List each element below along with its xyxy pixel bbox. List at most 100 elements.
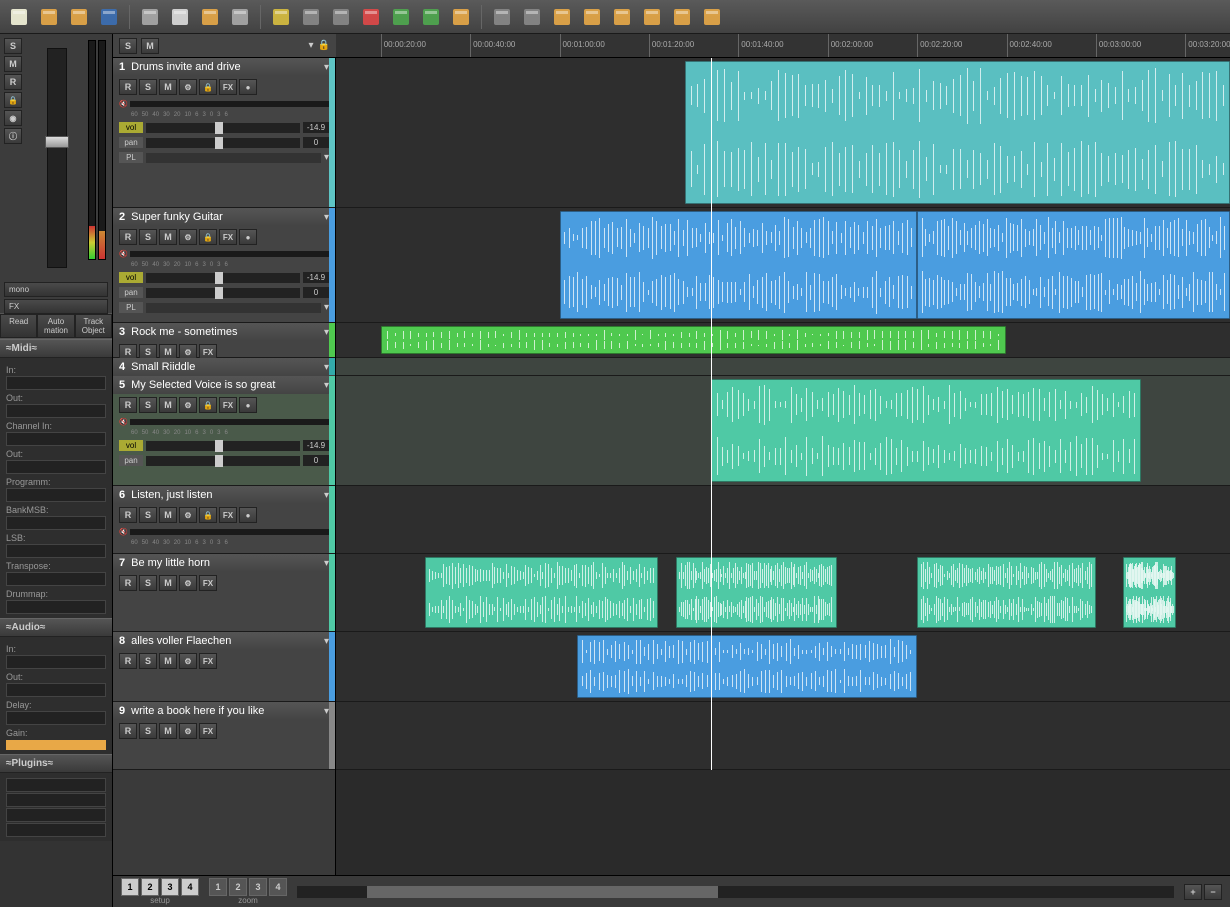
track-fx-button[interactable]: ⚙ [179, 229, 197, 245]
track-fx-button[interactable]: ● [239, 397, 257, 413]
vol-slider[interactable] [146, 123, 300, 133]
track-lane[interactable] [336, 208, 1230, 323]
audio-clip[interactable] [917, 557, 1096, 628]
track-s-button[interactable]: S [139, 397, 157, 413]
track-m-button[interactable]: M [159, 79, 177, 95]
track-lane[interactable] [336, 554, 1230, 632]
track-lane[interactable] [336, 358, 1230, 376]
field-select[interactable] [6, 516, 106, 530]
track-lane[interactable] [336, 58, 1230, 208]
track-fx-button[interactable]: FX [199, 575, 217, 591]
track-m-button[interactable]: M [159, 507, 177, 523]
meter-mute-icon[interactable]: 🔇 [119, 100, 128, 108]
track-fx-button[interactable]: ⚙ [179, 79, 197, 95]
field-select[interactable] [6, 655, 106, 669]
audio-clip[interactable] [425, 557, 657, 628]
plugin-slot[interactable] [6, 808, 106, 822]
open-audio-icon[interactable] [66, 4, 92, 30]
track-lane[interactable] [336, 323, 1230, 358]
track-header[interactable]: 3Rock me - sometimes▾RSM⚙FX [113, 323, 335, 358]
pan-slider[interactable] [146, 288, 300, 298]
track-header[interactable]: 2Super funky Guitar▾RSM⚙🔒FX●🔇60504030201… [113, 208, 335, 323]
plugin-slot[interactable] [6, 778, 106, 792]
track-header[interactable]: 5My Selected Voice is so great▾RSM⚙🔒FX●🔇… [113, 376, 335, 486]
audio-clip[interactable] [676, 557, 837, 628]
cut-icon[interactable] [137, 4, 163, 30]
track-fx-button[interactable]: ● [239, 229, 257, 245]
track-s-button[interactable]: S [139, 653, 157, 669]
midi-section-header[interactable]: ≈ Midi ≈ [0, 339, 112, 358]
group-icon[interactable] [448, 4, 474, 30]
m-button[interactable]: M [4, 56, 22, 72]
track-fx-button[interactable]: ⚙ [179, 575, 197, 591]
track-fx-button[interactable]: 🔒 [199, 397, 217, 413]
autocross-icon[interactable] [418, 4, 444, 30]
lock-icon[interactable] [549, 4, 575, 30]
track-name[interactable]: write a book here if you like [131, 705, 318, 717]
audio-clip[interactable] [711, 379, 1140, 482]
zoom-in-v-button[interactable]: + [1184, 884, 1202, 900]
zoom-page-button[interactable]: 4 [269, 878, 287, 896]
track-name[interactable]: Rock me - sometimes [131, 326, 318, 338]
track-fx-button[interactable]: ⚙ [179, 723, 197, 739]
tab-read[interactable]: Read [0, 314, 37, 338]
track-fx-button[interactable]: ● [239, 79, 257, 95]
track-fx-button[interactable]: FX [199, 653, 217, 669]
track-name[interactable]: My Selected Voice is so great [131, 379, 318, 391]
audio-clip[interactable] [560, 211, 918, 319]
field-select[interactable] [6, 600, 106, 614]
grid-icon[interactable] [358, 4, 384, 30]
track-lane[interactable] [336, 702, 1230, 770]
meter-mute-icon[interactable]: 🔇 [119, 528, 128, 536]
track-r-button[interactable]: R [119, 653, 137, 669]
field-select[interactable] [6, 488, 106, 502]
zoom-page-button[interactable]: 2 [229, 878, 247, 896]
find-icon[interactable] [519, 4, 545, 30]
field-select[interactable] [6, 460, 106, 474]
track-header[interactable]: 1Drums invite and drive▾RSM⚙🔒FX●🔇6050403… [113, 58, 335, 208]
zoom-page-button[interactable]: 1 [209, 878, 227, 896]
chevron-down-icon[interactable]: ▾ [309, 40, 314, 51]
master-extra-button[interactable]: ⓘ [4, 128, 22, 144]
audio-clip[interactable] [381, 326, 1007, 354]
cut-split-icon[interactable] [227, 4, 253, 30]
r-button[interactable]: R [4, 74, 22, 90]
mono-button[interactable]: mono [4, 282, 108, 297]
mute-speaker-icon[interactable] [489, 4, 515, 30]
range-a-icon[interactable] [579, 4, 605, 30]
setup-page-button[interactable]: 2 [141, 878, 159, 896]
track-m-button[interactable]: M [159, 653, 177, 669]
track-fx-button[interactable]: 🔒 [199, 229, 217, 245]
track-header[interactable]: 9write a book here if you like▾RSM⚙FX [113, 702, 335, 770]
save-icon[interactable] [96, 4, 122, 30]
pan-slider[interactable] [146, 456, 300, 466]
pan-slider[interactable] [146, 138, 300, 148]
plugin-slot[interactable] [6, 793, 106, 807]
track-lane[interactable] [336, 632, 1230, 702]
tab-track-object[interactable]: Track Object [75, 314, 112, 338]
range-d-icon[interactable] [669, 4, 695, 30]
track-s-button[interactable]: S [139, 575, 157, 591]
lock-icon[interactable]: 🔒 [318, 40, 330, 51]
track-r-button[interactable]: R [119, 723, 137, 739]
vol-slider[interactable] [146, 273, 300, 283]
plugin-slot[interactable] [6, 823, 106, 837]
track-header[interactable]: 8alles voller Flaechen▾RSM⚙FX [113, 632, 335, 702]
track-m-button[interactable]: M [159, 229, 177, 245]
zoom-out-v-button[interactable]: − [1204, 884, 1222, 900]
timeline-ruler[interactable]: 00:00:20:0000:00:40:0000:01:00:0000:01:2… [336, 34, 1230, 57]
setup-page-button[interactable]: 1 [121, 878, 139, 896]
master-extra-button[interactable]: 🔒 [4, 92, 22, 108]
range-e-icon[interactable] [699, 4, 725, 30]
pl-select[interactable] [146, 303, 321, 313]
field-select[interactable] [6, 544, 106, 558]
setup-page-button[interactable]: 4 [181, 878, 199, 896]
track-lane[interactable] [336, 486, 1230, 554]
master-extra-button[interactable]: ◉ [4, 110, 22, 126]
track-s-button[interactable]: S [139, 507, 157, 523]
pl-select[interactable] [146, 153, 321, 163]
track-name[interactable]: Drums invite and drive [131, 61, 318, 73]
track-s-button[interactable]: S [139, 79, 157, 95]
track-fx-button[interactable]: 🔒 [199, 507, 217, 523]
undo-icon[interactable] [298, 4, 324, 30]
